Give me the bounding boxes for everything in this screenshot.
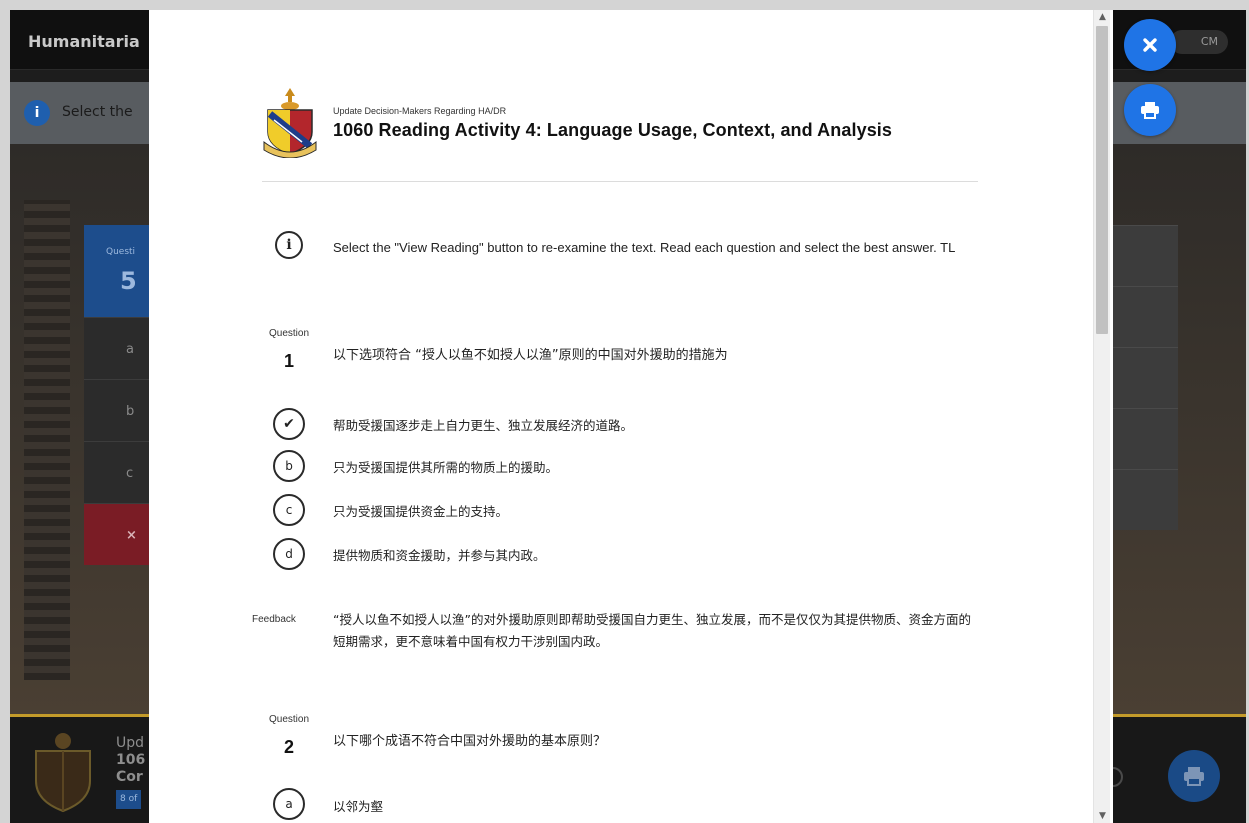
- question-number: 1: [283, 351, 294, 371]
- question-label: Question: [268, 328, 310, 339]
- question-text: 以下选项符合 “授人以鱼不如授人以渔”原则的中国对外援助的措施为: [333, 348, 728, 363]
- scroll-down-arrow-icon[interactable]: ▼: [1094, 809, 1111, 823]
- answer-slot: [1110, 469, 1178, 530]
- option-c-marker: c: [273, 494, 305, 526]
- close-button[interactable]: [1124, 19, 1176, 71]
- cm-toggle[interactable]: CM: [1170, 30, 1228, 54]
- footer-line3: Cor: [116, 769, 143, 785]
- answer-slot: [1110, 225, 1178, 286]
- question-label: Question: [268, 714, 310, 725]
- option-a-marker: a: [273, 788, 305, 820]
- option-text: 提供物质和资金援助，并参与其内政。: [333, 548, 546, 563]
- question-text: 以下哪个成语不符合中国对外援助的基本原则？: [333, 734, 607, 749]
- reading-activity-modal: Update Decision-Makers Regarding HA/DR 1…: [149, 10, 1113, 823]
- print-button[interactable]: [1124, 84, 1176, 136]
- option-b[interactable]: b: [84, 379, 154, 441]
- scroll-up-arrow-icon[interactable]: ▲: [1094, 10, 1111, 24]
- crest-logo: [262, 86, 318, 162]
- modal-content: Update Decision-Makers Regarding HA/DR 1…: [149, 10, 1093, 823]
- footer-line1: Upd: [116, 735, 145, 751]
- feedback-text: “授人以鱼不如授人以渔”的对外援助原则即帮助受援国自力更生、独立发展，而不是仅仅…: [333, 612, 971, 649]
- close-icon: [1143, 38, 1157, 52]
- footer-line2: 106: [116, 752, 146, 768]
- activity-subtitle: Update Decision-Makers Regarding HA/DR: [333, 106, 507, 116]
- instruction-text: Select the: [62, 104, 133, 120]
- answer-slot: [1110, 286, 1178, 347]
- footer-print-button[interactable]: [1168, 750, 1220, 802]
- check-icon: ✔: [273, 408, 305, 440]
- building-image: [24, 200, 70, 680]
- question-number: 5: [120, 267, 137, 295]
- print-icon: [1141, 102, 1159, 119]
- footer-lesson-info: Upd 106 Cor 8 of: [116, 735, 145, 809]
- question-panel: Questi 5 a b c ×: [84, 225, 154, 565]
- question-number: 2: [283, 737, 294, 757]
- answer-slot: [1110, 408, 1178, 469]
- option-c[interactable]: c: [84, 441, 154, 503]
- instruction-text: Select the "View Reading" button to re-e…: [333, 240, 956, 255]
- app-title: Humanitaria: [28, 32, 140, 51]
- progress-badge: 8 of: [116, 790, 142, 809]
- feedback-label: Feedback: [252, 614, 296, 625]
- option-d-marker: d: [273, 538, 305, 570]
- option-text: 以邻为壑: [333, 799, 384, 814]
- option-text: 只为受援国提供其所需的物质上的援助。: [333, 460, 559, 475]
- option-b-marker: b: [273, 450, 305, 482]
- scrollbar-thumb[interactable]: [1096, 26, 1108, 334]
- question-label: Questi: [106, 247, 136, 257]
- option-text: 帮助受援国逐步走上自力更生、独立发展经济的道路。: [333, 418, 634, 433]
- info-icon: i: [24, 100, 50, 126]
- option-a[interactable]: a: [84, 317, 154, 379]
- answer-slot: [1110, 347, 1178, 408]
- modal-scrollbar[interactable]: ▲ ▼: [1093, 10, 1110, 823]
- activity-title: 1060 Reading Activity 4: Language Usage,…: [333, 120, 893, 140]
- crest-logo: [28, 729, 98, 821]
- print-icon: [1184, 767, 1204, 786]
- info-icon: i: [275, 231, 303, 259]
- wrong-answer-marker: ×: [84, 503, 154, 565]
- answer-panel: [1110, 225, 1178, 530]
- option-text: 只为受援国提供资金上的支持。: [333, 504, 509, 519]
- header-divider: [262, 181, 978, 182]
- question-header: Questi 5: [84, 225, 154, 317]
